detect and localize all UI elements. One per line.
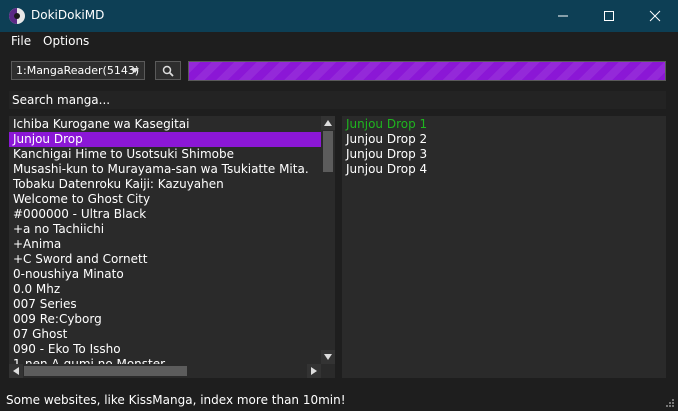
manga-list-item[interactable]: Kanchigai Hime to Usotsuki Shimobe xyxy=(9,147,321,162)
chapter-list-item[interactable]: Junjou Drop 1 xyxy=(346,117,427,132)
source-dropdown[interactable]: 1:MangaReader(5143) xyxy=(11,61,145,80)
scroll-down-button[interactable] xyxy=(321,350,335,364)
scroll-right-button[interactable] xyxy=(307,364,321,378)
menu-options[interactable]: Options xyxy=(43,34,89,48)
chapter-list-item[interactable]: Junjou Drop 4 xyxy=(346,162,427,177)
status-message: Some websites, like KissManga, index mor… xyxy=(6,393,346,407)
chapter-list-item[interactable]: Junjou Drop 3 xyxy=(346,147,427,162)
manga-list-item[interactable]: Musashi-kun to Murayama-san wa Tsukiatte… xyxy=(9,162,321,177)
horizontal-scroll-thumb[interactable] xyxy=(24,366,187,376)
close-icon xyxy=(649,10,661,22)
minimize-icon xyxy=(558,15,568,17)
manga-list-item[interactable]: +a no Tachiichi xyxy=(9,222,321,237)
manga-list-item[interactable]: 0-noushiya Minato xyxy=(9,267,321,282)
search-input[interactable] xyxy=(9,91,666,109)
arrow-left-icon xyxy=(13,367,19,375)
manga-list-vertical-scrollbar[interactable] xyxy=(321,116,335,364)
chapter-list-item[interactable]: Junjou Drop 2 xyxy=(346,132,427,147)
toolbar: 1:MangaReader(5143) xyxy=(0,52,678,90)
app-logo-icon xyxy=(9,8,25,24)
manga-list-item[interactable]: +C Sword and Cornett xyxy=(9,252,321,267)
resize-grip-icon[interactable] xyxy=(665,398,675,408)
manga-list[interactable]: Ichiba Kurogane wa Kasegitai Junjou Drop K… xyxy=(9,116,321,366)
manga-list-item[interactable]: 007 Series xyxy=(9,297,321,312)
vertical-scroll-thumb[interactable] xyxy=(323,131,333,172)
manga-list-horizontal-scrollbar[interactable] xyxy=(9,364,321,378)
maximize-icon xyxy=(604,11,614,21)
manga-list-item[interactable]: Ichiba Kurogane wa Kasegitai xyxy=(9,117,321,132)
menu-bar: File Options xyxy=(0,32,678,52)
manga-list-item[interactable]: Tobaku Datenroku Kaiji: Kazuyahen xyxy=(9,177,321,192)
minimize-button[interactable] xyxy=(540,0,586,32)
scroll-left-button[interactable] xyxy=(9,364,23,378)
manga-list-item[interactable]: Junjou Drop xyxy=(9,132,321,147)
search-button[interactable] xyxy=(155,61,181,80)
maximize-button[interactable] xyxy=(586,0,632,32)
manga-list-item[interactable]: #000000 - Ultra Black xyxy=(9,207,321,222)
arrow-down-icon xyxy=(324,354,332,360)
manga-list-item[interactable]: Welcome to Ghost City xyxy=(9,192,321,207)
menu-file[interactable]: File xyxy=(11,34,31,48)
window-title: DokiDokiMD xyxy=(31,8,105,22)
progress-bar xyxy=(188,61,666,81)
search-icon xyxy=(162,65,174,77)
manga-list-item[interactable]: 07 Ghost xyxy=(9,327,321,342)
scrollbar-corner xyxy=(321,364,335,378)
scroll-up-button[interactable] xyxy=(321,116,335,130)
manga-list-item[interactable]: 090 - Eko To Issho xyxy=(9,342,321,357)
chapter-list[interactable]: Junjou Drop 1 Junjou Drop 2 Junjou Drop 3J… xyxy=(342,116,666,378)
arrow-up-icon xyxy=(324,120,332,126)
progress-fill xyxy=(189,62,665,80)
status-bar: Some websites, like KissManga, index mor… xyxy=(0,389,678,411)
source-dropdown-value: 1:MangaReader(5143) xyxy=(16,64,140,77)
manga-list-item[interactable]: +Anima xyxy=(9,237,321,252)
title-bar: DokiDokiMD xyxy=(0,0,678,32)
arrow-right-icon xyxy=(311,367,317,375)
manga-list-item[interactable]: 009 Re:Cyborg xyxy=(9,312,321,327)
chevron-down-icon xyxy=(131,68,139,73)
manga-list-item[interactable]: 0.0 Mhz xyxy=(9,282,321,297)
close-button[interactable] xyxy=(632,0,678,32)
